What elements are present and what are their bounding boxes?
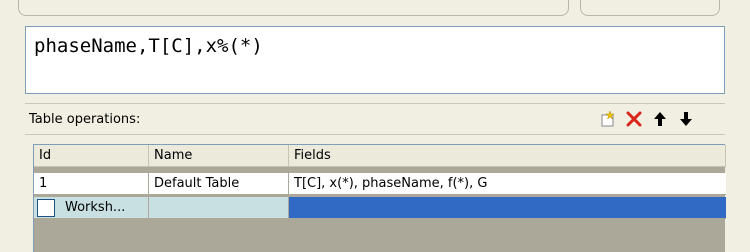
new-row-name-cell[interactable] [149,197,289,219]
move-up-button[interactable] [649,108,671,130]
column-header-name[interactable]: Name [149,145,289,167]
row-id-cell[interactable]: 1 [34,173,149,195]
upper-group-box [18,0,569,16]
column-header-fields[interactable]: Fields [289,145,726,167]
new-row-fields-cell[interactable] [289,197,726,219]
row-fields-cell[interactable]: T[C], x(*), phaseName, f(*), G [289,173,726,195]
new-table-icon [599,110,617,128]
worksheet-label: Worksh... [65,200,126,215]
delete-table-button[interactable] [623,108,645,130]
fields-expression-text: phaseName,T[C],x%(*) [34,35,263,57]
new-table-button[interactable] [597,108,619,130]
row-name-cell[interactable]: Default Table [149,173,289,195]
upper-side-box [580,0,720,16]
arrow-down-icon [677,110,695,128]
arrow-up-icon [651,110,669,128]
worksheet-checkbox[interactable] [37,198,55,217]
column-header-id[interactable]: Id [34,145,149,167]
top-panels [0,0,750,22]
tables-grid: Id Name Fields 1 Default Table T[C], x(*… [33,144,726,252]
fields-expression-input[interactable]: phaseName,T[C],x%(*) [25,26,725,94]
table-header-row: Id Name Fields [34,145,726,167]
new-table-row[interactable]: Worksh... [34,197,726,219]
move-down-button[interactable] [675,108,697,130]
table-row[interactable]: 1 Default Table T[C], x(*), phaseName, f… [34,173,726,195]
table-operations-label: Table operations: [29,112,141,127]
new-row-id-cell[interactable]: Worksh... [34,197,149,219]
delete-icon [625,110,643,128]
table-operations-toolbar: Table operations: [25,103,725,135]
